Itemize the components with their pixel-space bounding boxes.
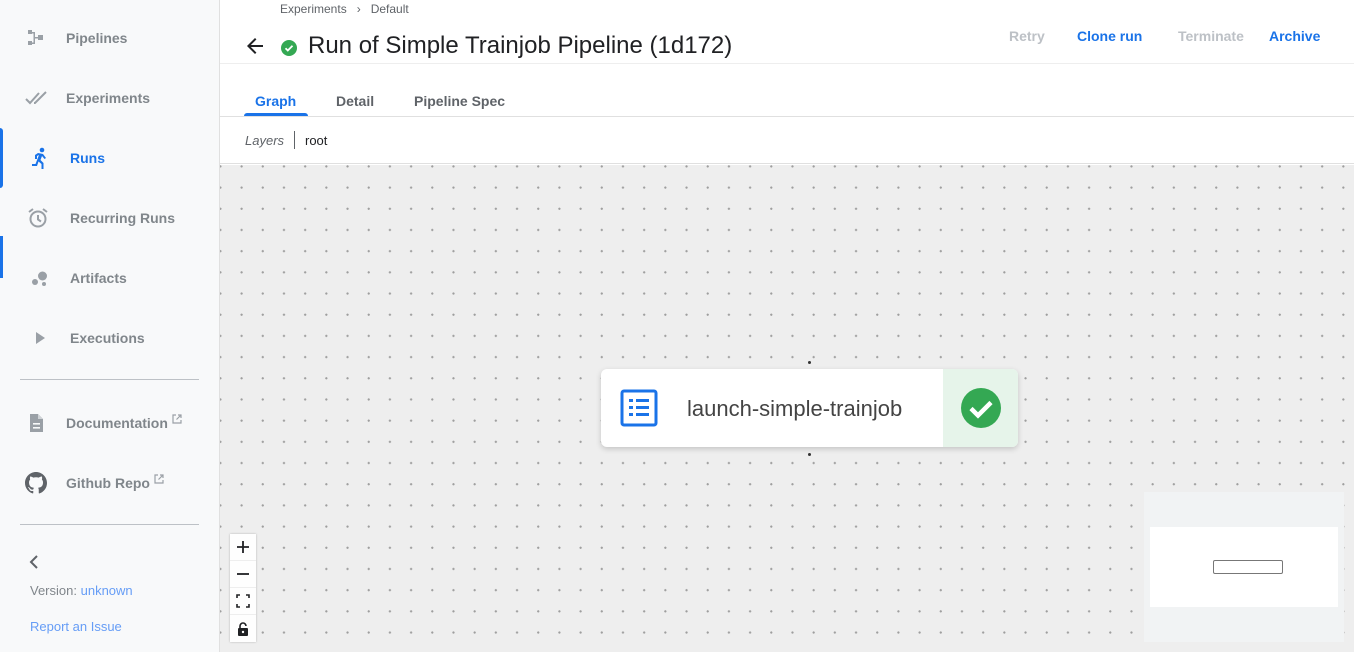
zoom-out-button[interactable] xyxy=(230,561,256,588)
breadcrumb-separator: › xyxy=(356,2,361,16)
archive-button[interactable]: Archive xyxy=(1269,28,1320,44)
sidebar-item-label: Artifacts xyxy=(70,270,127,286)
layers-separator xyxy=(294,131,295,149)
back-button[interactable] xyxy=(243,34,267,58)
report-issue-link[interactable]: Report an Issue xyxy=(30,619,122,634)
pipeline-node[interactable]: launch-simple-trainjob xyxy=(601,369,1018,447)
sidebar-item-label: Runs xyxy=(70,150,105,166)
sidebar-item-label: Executions xyxy=(70,330,145,346)
sidebar: Pipelines Experiments Runs Recurring Run… xyxy=(0,0,220,652)
sidebar-item-label: Recurring Runs xyxy=(70,210,176,226)
plus-icon xyxy=(237,541,249,553)
sidebar-divider xyxy=(20,524,199,525)
layer-root-link[interactable]: root xyxy=(305,133,327,148)
lock-icon xyxy=(238,621,248,636)
external-link-icon xyxy=(172,411,182,427)
layers-label: Layers xyxy=(245,133,285,148)
description-icon xyxy=(24,411,48,435)
node-status xyxy=(943,369,1018,447)
sidebar-item-runs[interactable]: Runs xyxy=(0,128,219,188)
chevron-left-icon xyxy=(29,555,38,569)
sidebar-item-recurring-runs[interactable]: Recurring Runs xyxy=(0,188,219,248)
fit-view-button[interactable] xyxy=(230,588,256,615)
tab-pipeline-spec[interactable]: Pipeline Spec xyxy=(414,93,505,109)
alarm-clock-icon xyxy=(26,206,50,230)
page-title: Run of Simple Trainjob Pipeline (1d172) xyxy=(308,32,733,59)
list-alt-icon xyxy=(620,389,658,427)
terminate-button[interactable]: Terminate xyxy=(1178,28,1244,44)
minimap-node xyxy=(1213,560,1283,574)
arrow-back-icon xyxy=(247,38,263,54)
sidebar-divider xyxy=(20,379,199,380)
sidebar-item-label: Pipelines xyxy=(66,30,128,46)
success-status-icon xyxy=(281,40,297,56)
minimap-viewport xyxy=(1150,527,1338,607)
tab-detail[interactable]: Detail xyxy=(336,93,374,109)
check-circle-icon xyxy=(960,388,1001,428)
node-source-handle[interactable] xyxy=(808,453,811,456)
version-info: Version: unknown xyxy=(30,583,133,598)
minus-icon xyxy=(237,573,249,575)
external-link-icon xyxy=(154,471,164,487)
experiments-icon xyxy=(24,86,48,110)
fit-view-icon xyxy=(236,594,250,608)
layers-bar: Layers root xyxy=(220,117,1354,164)
collapse-sidebar-button[interactable] xyxy=(24,552,44,572)
version-link[interactable]: unknown xyxy=(81,583,133,598)
node-target-handle[interactable] xyxy=(808,361,811,364)
graph-controls xyxy=(230,534,256,642)
sidebar-link-documentation[interactable]: Documentation xyxy=(0,393,219,453)
header-divider xyxy=(220,63,1354,64)
play-arrow-icon xyxy=(28,326,52,350)
minimap[interactable] xyxy=(1144,492,1344,642)
breadcrumb-experiments[interactable]: Experiments xyxy=(280,2,347,16)
node-label: launch-simple-trainjob xyxy=(687,396,903,421)
github-icon xyxy=(24,471,48,495)
sidebar-item-artifacts[interactable]: Artifacts xyxy=(0,248,219,308)
sidebar-item-label: Experiments xyxy=(66,90,151,106)
runs-icon xyxy=(28,146,52,170)
sidebar-item-experiments[interactable]: Experiments xyxy=(0,68,219,128)
sidebar-item-pipelines[interactable]: Pipelines xyxy=(0,8,219,68)
sidebar-item-executions[interactable]: Executions xyxy=(0,308,219,368)
sidebar-link-label: Github Repo xyxy=(66,474,164,491)
retry-button[interactable]: Retry xyxy=(1009,28,1045,44)
breadcrumb: Experiments › Default xyxy=(280,2,409,16)
breadcrumb-default[interactable]: Default xyxy=(371,2,409,16)
zoom-in-button[interactable] xyxy=(230,534,256,561)
toggle-interactivity-button[interactable] xyxy=(230,615,256,642)
clone-run-button[interactable]: Clone run xyxy=(1077,28,1142,44)
sidebar-link-github[interactable]: Github Repo xyxy=(0,453,219,513)
sidebar-link-label: Documentation xyxy=(66,414,182,431)
bubble-chart-icon xyxy=(28,266,52,290)
tab-graph[interactable]: Graph xyxy=(255,93,296,109)
pipelines-icon xyxy=(24,26,48,50)
